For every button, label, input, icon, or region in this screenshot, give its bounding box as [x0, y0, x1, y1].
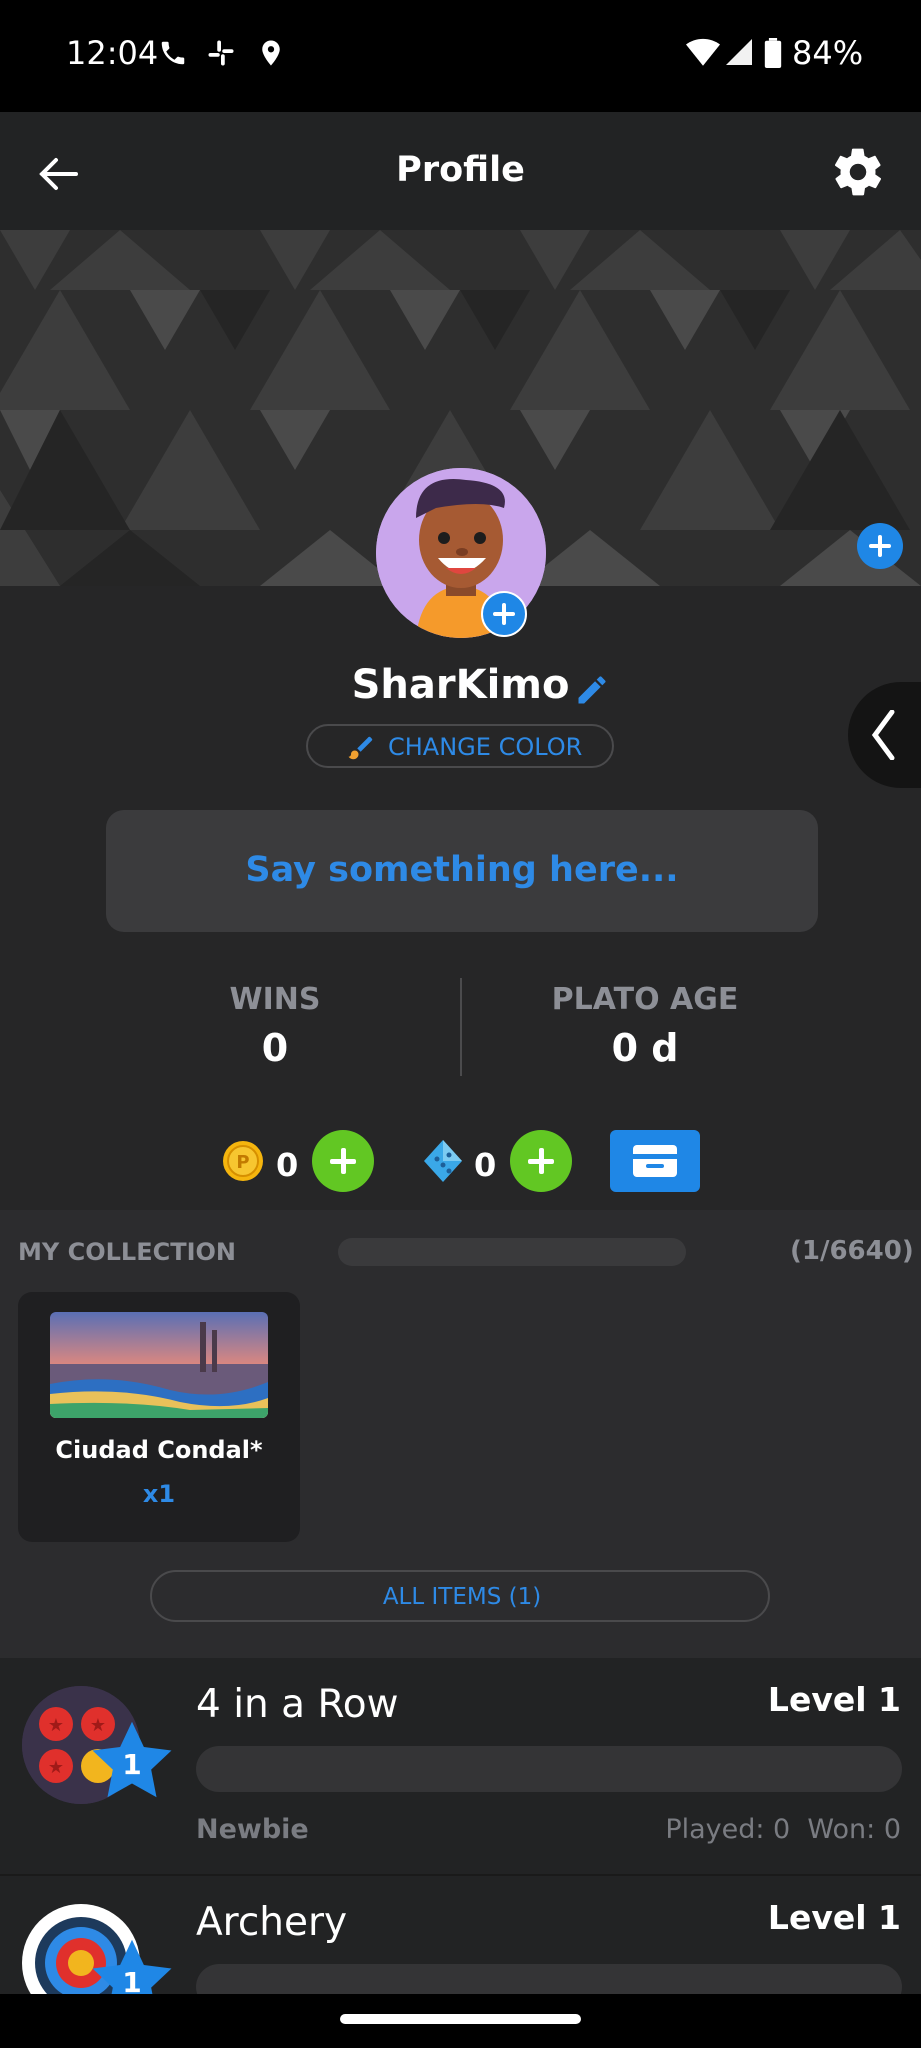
all-items-button[interactable]: ALL ITEMS (1)	[150, 1570, 770, 1622]
battery-percent: 84%	[792, 34, 864, 72]
gem-count: 0	[474, 1146, 497, 1184]
game-level: Level 1	[767, 1680, 901, 1719]
gear-icon[interactable]	[830, 144, 886, 200]
game-stats: Played: 0 Won: 0	[665, 1814, 901, 1845]
game-progress-bar	[196, 1746, 902, 1792]
collection-title: MY COLLECTION	[18, 1238, 237, 1266]
all-items-label: ALL ITEMS (1)	[382, 1584, 542, 1610]
paintbrush-icon	[348, 736, 373, 760]
collection-progress-bar	[338, 1238, 686, 1266]
level-star-badge: 1	[86, 1716, 178, 1808]
coin-count: 0	[276, 1146, 299, 1184]
game-progress-bar	[196, 1964, 902, 1994]
currency-row: P 0 0	[0, 1120, 921, 1210]
gem-dice-icon	[424, 1140, 462, 1182]
game-name: 4 in a Row	[196, 1682, 399, 1727]
game-level: Level 1	[767, 1898, 901, 1937]
battery-icon	[764, 38, 782, 68]
wifi-icon	[686, 38, 720, 66]
svg-text:★: ★	[48, 1715, 64, 1736]
svg-text:P: P	[236, 1152, 249, 1173]
level-star-badge: 1	[86, 1934, 178, 1994]
wallet-button[interactable]	[610, 1130, 700, 1192]
chevron-left-icon	[871, 710, 895, 760]
add-coins-button[interactable]	[312, 1130, 374, 1192]
home-gesture-handle[interactable]	[340, 2014, 581, 2024]
wins-value: 0	[261, 1026, 289, 1070]
collection-section: MY COLLECTION (1/6640) Ciudad Condal* x1…	[0, 1210, 921, 1658]
change-color-label: CHANGE COLOR	[388, 733, 583, 761]
system-nav-bar	[0, 1994, 921, 2048]
pencil-icon[interactable]	[574, 672, 610, 708]
banner-add-icon[interactable]	[857, 523, 903, 569]
game-name: Archery	[196, 1900, 348, 1945]
app-bar: Profile	[0, 112, 921, 230]
status-time: 12:04	[66, 34, 159, 72]
status-bar: 12:04 84%	[0, 0, 921, 112]
slack-icon	[208, 40, 234, 66]
collection-item-image	[50, 1312, 268, 1418]
game-row-4-in-a-row[interactable]: ★ ★ ★ 1 4 in a Row Level 1 Newbie Played…	[0, 1658, 921, 1874]
signal-icon	[726, 39, 752, 65]
status-message-box[interactable]: Say something here...	[106, 810, 818, 932]
plato-age-label: PLATO AGE	[551, 982, 739, 1017]
level-star-number: 1	[122, 1748, 142, 1781]
change-color-button[interactable]: CHANGE COLOR	[306, 724, 614, 768]
coin-icon: P	[223, 1141, 263, 1181]
wins-label: WINS	[229, 982, 321, 1017]
location-icon	[262, 40, 280, 66]
svg-text:★: ★	[48, 1757, 64, 1778]
collection-count: (1/6640)	[790, 1236, 914, 1266]
level-star-number: 1	[122, 1966, 142, 1994]
collection-item-card[interactable]: Ciudad Condal* x1	[18, 1292, 300, 1542]
phone-icon	[161, 41, 185, 65]
collection-item-name: Ciudad Condal*	[55, 1436, 263, 1464]
plato-age-value: 0 d	[611, 1026, 679, 1070]
page-title: Profile	[396, 150, 525, 190]
game-row-archery[interactable]: 1 Archery Level 1	[0, 1876, 921, 1994]
collection-item-qty: x1	[142, 1480, 176, 1508]
stats-divider	[460, 978, 462, 1076]
username: SharKimo	[351, 662, 570, 708]
game-rank: Newbie	[196, 1814, 309, 1845]
add-gems-button[interactable]	[510, 1130, 572, 1192]
status-message-placeholder: Say something here...	[245, 850, 679, 890]
avatar-add-icon[interactable]	[480, 590, 528, 638]
wallet-icon	[633, 1145, 677, 1177]
